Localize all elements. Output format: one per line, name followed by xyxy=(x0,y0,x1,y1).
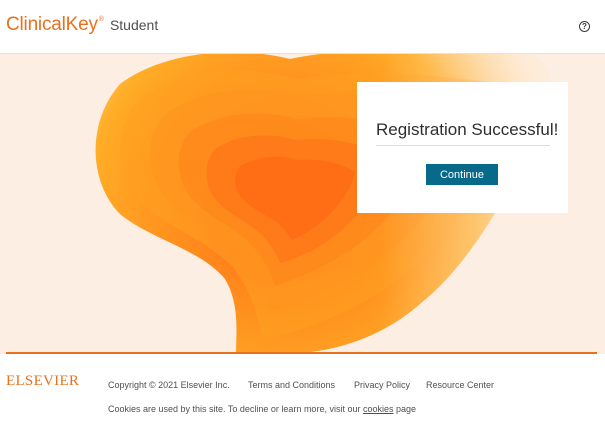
site-footer: ELSEVIER Copyright © 2021 Elsevier Inc. … xyxy=(0,356,605,422)
site-header: ClinicalKey ® Student ? xyxy=(0,0,605,54)
logo-main-text: ClinicalKey xyxy=(6,14,98,35)
terms-link[interactable]: Terms and Conditions xyxy=(248,380,335,390)
cookies-notice: Cookies are used by this site. To declin… xyxy=(108,404,416,414)
cookies-link[interactable]: cookies xyxy=(363,404,394,414)
resource-center-link[interactable]: Resource Center xyxy=(426,380,494,390)
card-title: Registration Successful! xyxy=(376,120,558,146)
copyright-text: Copyright © 2021 Elsevier Inc. xyxy=(108,380,230,390)
elsevier-logo[interactable]: ELSEVIER xyxy=(6,373,79,390)
cookies-suffix-text: page xyxy=(396,404,417,414)
hero-bottom-rule xyxy=(6,352,597,354)
clinicalkey-student-logo[interactable]: ClinicalKey ® Student xyxy=(6,14,158,36)
privacy-policy-link[interactable]: Privacy Policy xyxy=(354,380,410,390)
registration-success-card: Registration Successful! Continue xyxy=(357,82,568,213)
help-button[interactable]: ? xyxy=(579,21,590,32)
logo-registered-mark: ® xyxy=(98,16,104,23)
question-circle-icon: ? xyxy=(582,22,587,31)
logo-sub-text: Student xyxy=(109,17,159,33)
cookies-prefix-text: Cookies are used by this site. To declin… xyxy=(108,404,361,414)
continue-button[interactable]: Continue xyxy=(426,164,498,185)
